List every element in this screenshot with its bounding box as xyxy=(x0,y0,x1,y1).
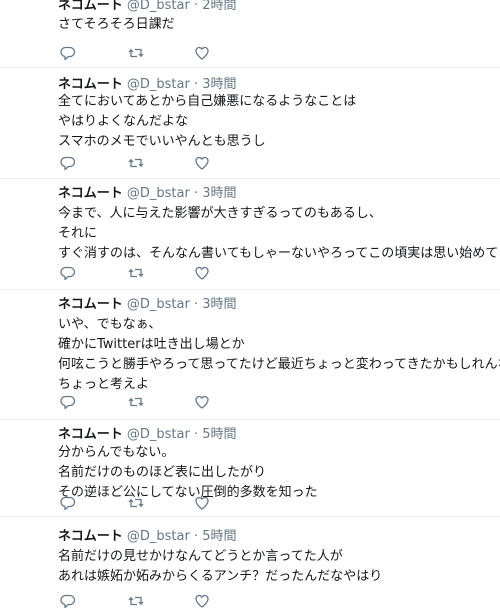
tweet-line: 何呟こうと勝手やろって思ってたけど最近ちょっと変わってきたかもしれんなぁ xyxy=(58,357,500,372)
reply-icon[interactable] xyxy=(60,45,76,61)
tweet-line: スマホのメモでいいやんとも思うし xyxy=(58,134,266,149)
retweet-icon[interactable] xyxy=(128,394,144,410)
user-handle[interactable]: @D_bstar xyxy=(127,427,190,442)
tweet-line: 名前だけの見せかけなんてどうとか言ってた人が xyxy=(58,549,343,564)
tweet-actions xyxy=(58,593,258,609)
tweet-line: それに xyxy=(58,226,98,241)
tweet-line: 全てにおいてあとから自己嫌悪になるようなことは xyxy=(58,94,357,109)
reply-icon[interactable] xyxy=(60,155,76,171)
tweet[interactable]: ネコムート @D_bstar · 3時間 全てにおいてあとから自己嫌悪になるよう… xyxy=(0,68,500,179)
tweet[interactable]: ネコムート @D_bstar · 3時間 いや、でもなぁ、 確かにTwitter… xyxy=(0,290,500,420)
separator: · xyxy=(193,0,199,13)
tweet-line: 確かにTwitterは吐き出し場とか xyxy=(58,337,245,352)
timeline: ネコムート @D_bstar · 2時間 さてそろそろ日課だ ネコムート @D_… xyxy=(0,0,500,611)
tweet[interactable]: ネコムート @D_bstar · 5時間 分からんでもない。 名前だけのものほど… xyxy=(0,420,500,517)
tweet-text: 分からんでもない。 名前だけのものほど表に出したがり その逆ほど公にしてない圧倒… xyxy=(58,443,318,503)
like-icon[interactable] xyxy=(194,265,210,281)
tweet-text: いや、でもなぁ、 確かにTwitterは吐き出し場とか 何呟こうと勝手やろって思… xyxy=(58,315,500,395)
like-icon[interactable] xyxy=(194,495,210,511)
retweet-icon[interactable] xyxy=(128,155,144,171)
separator: · xyxy=(193,427,199,442)
tweet-header: ネコムート @D_bstar · 5時間 xyxy=(58,427,237,443)
user-name[interactable]: ネコムート xyxy=(58,77,123,92)
like-icon[interactable] xyxy=(194,394,210,410)
tweet-header: ネコムート @D_bstar · 5時間 xyxy=(58,529,237,545)
retweet-icon[interactable] xyxy=(128,45,144,61)
tweet-header: ネコムート @D_bstar · 3時間 xyxy=(58,77,237,93)
user-name[interactable]: ネコムート xyxy=(58,529,123,544)
timestamp[interactable]: 3時間 xyxy=(202,186,236,201)
tweet-line: やはりよくなんだよな xyxy=(58,114,189,129)
tweet-line: さてそろそろ日課だ xyxy=(58,17,175,32)
tweet-actions xyxy=(58,45,258,61)
tweet[interactable]: ネコムート @D_bstar · 5時間 名前だけの見せかけなんてどうとか言って… xyxy=(0,517,500,611)
tweet-line: いや、でもなぁ、 xyxy=(58,317,162,332)
timestamp[interactable]: 3時間 xyxy=(202,297,236,312)
tweet-line: あれは嫉妬か妬みからくるアンチ？だったんだなやはり xyxy=(58,569,383,584)
separator: · xyxy=(193,529,199,544)
user-handle[interactable]: @D_bstar xyxy=(127,186,190,201)
tweet-header: ネコムート @D_bstar · 2時間 xyxy=(58,0,237,14)
user-handle[interactable]: @D_bstar xyxy=(127,529,190,544)
retweet-icon[interactable] xyxy=(128,265,144,281)
tweet[interactable]: ネコムート @D_bstar · 2時間 さてそろそろ日課だ xyxy=(0,0,500,68)
tweet-line: 今まで、人に与えた影響が大きすぎるってのもあるし、 xyxy=(58,206,382,221)
tweet[interactable]: ネコムート @D_bstar · 3時間 今まで、人に与えた影響が大きすぎるって… xyxy=(0,179,500,290)
tweet-text: 全てにおいてあとから自己嫌悪になるようなことは やはりよくなんだよな スマホのメ… xyxy=(58,92,356,152)
reply-icon[interactable] xyxy=(60,495,76,511)
reply-icon[interactable] xyxy=(60,265,76,281)
separator: · xyxy=(193,77,199,92)
user-handle[interactable]: @D_bstar xyxy=(127,0,190,13)
timestamp[interactable]: 2時間 xyxy=(202,0,236,13)
retweet-icon[interactable] xyxy=(128,593,144,609)
timestamp[interactable]: 5時間 xyxy=(202,529,236,544)
tweet-actions xyxy=(58,265,258,281)
tweet-line: 名前だけのものほど表に出したがり xyxy=(58,465,267,480)
reply-icon[interactable] xyxy=(60,593,76,609)
timestamp[interactable]: 3時間 xyxy=(202,77,236,92)
retweet-icon[interactable] xyxy=(128,495,144,511)
tweet-actions xyxy=(58,155,258,171)
tweet-line: すぐ消すのは、そんなん書いてもしゃーないやろってこの頃実は思い始めてる xyxy=(58,246,500,261)
user-name[interactable]: ネコムート xyxy=(58,0,123,13)
tweet-actions xyxy=(58,394,258,410)
tweet-text: 名前だけの見せかけなんてどうとか言ってた人が あれは嫉妬か妬みからくるアンチ？だ… xyxy=(58,547,382,587)
reply-icon[interactable] xyxy=(60,394,76,410)
tweet-line: ちょっと考えよ xyxy=(58,377,150,392)
tweet-line: 分からんでもない。 xyxy=(58,445,175,460)
like-icon[interactable] xyxy=(194,45,210,61)
timestamp[interactable]: 5時間 xyxy=(202,427,236,442)
like-icon[interactable] xyxy=(194,593,210,609)
tweet-actions xyxy=(58,495,258,511)
tweet-header: ネコムート @D_bstar · 3時間 xyxy=(58,297,237,313)
user-handle[interactable]: @D_bstar xyxy=(127,77,190,92)
user-name[interactable]: ネコムート xyxy=(58,427,123,442)
user-name[interactable]: ネコムート xyxy=(58,186,123,201)
user-name[interactable]: ネコムート xyxy=(58,297,123,312)
tweet-text: さてそろそろ日課だ xyxy=(58,15,175,35)
separator: · xyxy=(193,186,199,201)
tweet-header: ネコムート @D_bstar · 3時間 xyxy=(58,186,237,202)
tweet-text: 今まで、人に与えた影響が大きすぎるってのもあるし、 それに すぐ消すのは、そんな… xyxy=(58,204,500,264)
like-icon[interactable] xyxy=(194,155,210,171)
separator: · xyxy=(193,297,199,312)
user-handle[interactable]: @D_bstar xyxy=(127,297,190,312)
